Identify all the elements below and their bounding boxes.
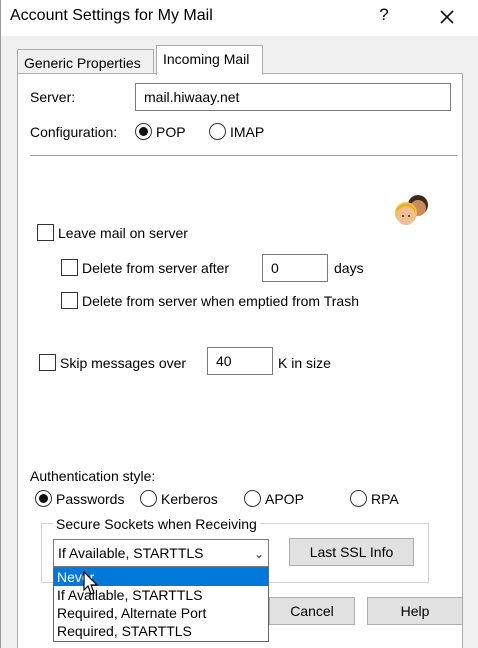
- kerberos-label: Kerberos: [161, 491, 218, 507]
- skip-size-input[interactable]: 40: [207, 347, 273, 375]
- apop-radio[interactable]: [244, 490, 261, 507]
- delete-after-label: Delete from server after: [82, 260, 230, 276]
- passwords-label: Passwords: [56, 491, 125, 507]
- ssl-option-required-alternate[interactable]: Required, Alternate Port: [54, 604, 268, 622]
- tab-incoming-mail[interactable]: Incoming Mail: [156, 45, 263, 75]
- skip-messages-checkbox[interactable]: [39, 354, 56, 371]
- ssl-mode-select[interactable]: If Available, STARTTLS ⌄: [53, 539, 269, 567]
- pop-label: POP: [156, 124, 186, 140]
- cancel-button[interactable]: Cancel: [269, 597, 355, 625]
- k-in-size-label: K in size: [278, 355, 331, 371]
- rpa-label: RPA: [371, 491, 399, 507]
- tab-strip: Generic Properties Incoming Mail: [1, 44, 478, 75]
- mouse-cursor-icon: [83, 571, 99, 595]
- window-title: Account Settings for My Mail: [10, 7, 213, 24]
- delete-after-days-input[interactable]: 0: [262, 254, 328, 282]
- ssl-selected-value: If Available, STARTTLS: [58, 545, 204, 561]
- close-icon[interactable]: [433, 3, 461, 31]
- ssl-option-required-starttls[interactable]: Required, STARTTLS: [54, 622, 268, 640]
- tab-generic-properties[interactable]: Generic Properties: [17, 49, 154, 74]
- authentication-label: Authentication style:: [30, 468, 156, 484]
- leave-mail-checkbox[interactable]: [37, 224, 54, 241]
- account-settings-dialog: Account Settings for My Mail ? Generic P…: [0, 0, 478, 648]
- passwords-radio[interactable]: [35, 490, 52, 507]
- pop-radio[interactable]: [135, 123, 152, 140]
- configuration-label: Configuration:: [30, 124, 118, 140]
- server-label: Server:: [30, 89, 76, 105]
- imap-radio[interactable]: [209, 123, 226, 140]
- server-input[interactable]: mail.hiwaay.net: [135, 83, 451, 111]
- delete-after-checkbox[interactable]: [61, 259, 78, 276]
- leave-mail-label: Leave mail on server: [58, 225, 188, 241]
- last-ssl-info-button[interactable]: Last SSL Info: [289, 538, 414, 566]
- days-unit-label: days: [334, 260, 364, 276]
- chevron-down-icon: ⌄: [253, 547, 264, 561]
- separator: [30, 155, 457, 157]
- title-bar: Account Settings for My Mail ?: [1, 0, 478, 36]
- delete-trash-label: Delete from server when emptied from Tra…: [82, 293, 359, 309]
- apop-label: APOP: [265, 491, 304, 507]
- rpa-radio[interactable]: [350, 490, 367, 507]
- skip-messages-label: Skip messages over: [60, 355, 187, 371]
- kerberos-radio[interactable]: [140, 490, 157, 507]
- imap-label: IMAP: [230, 124, 265, 140]
- help-footer-button[interactable]: Help: [367, 597, 463, 625]
- ssl-group-title: Secure Sockets when Receiving: [53, 516, 260, 532]
- delete-trash-checkbox[interactable]: [61, 292, 78, 309]
- users-avatar-icon: [395, 195, 428, 225]
- help-button[interactable]: ?: [377, 5, 391, 25]
